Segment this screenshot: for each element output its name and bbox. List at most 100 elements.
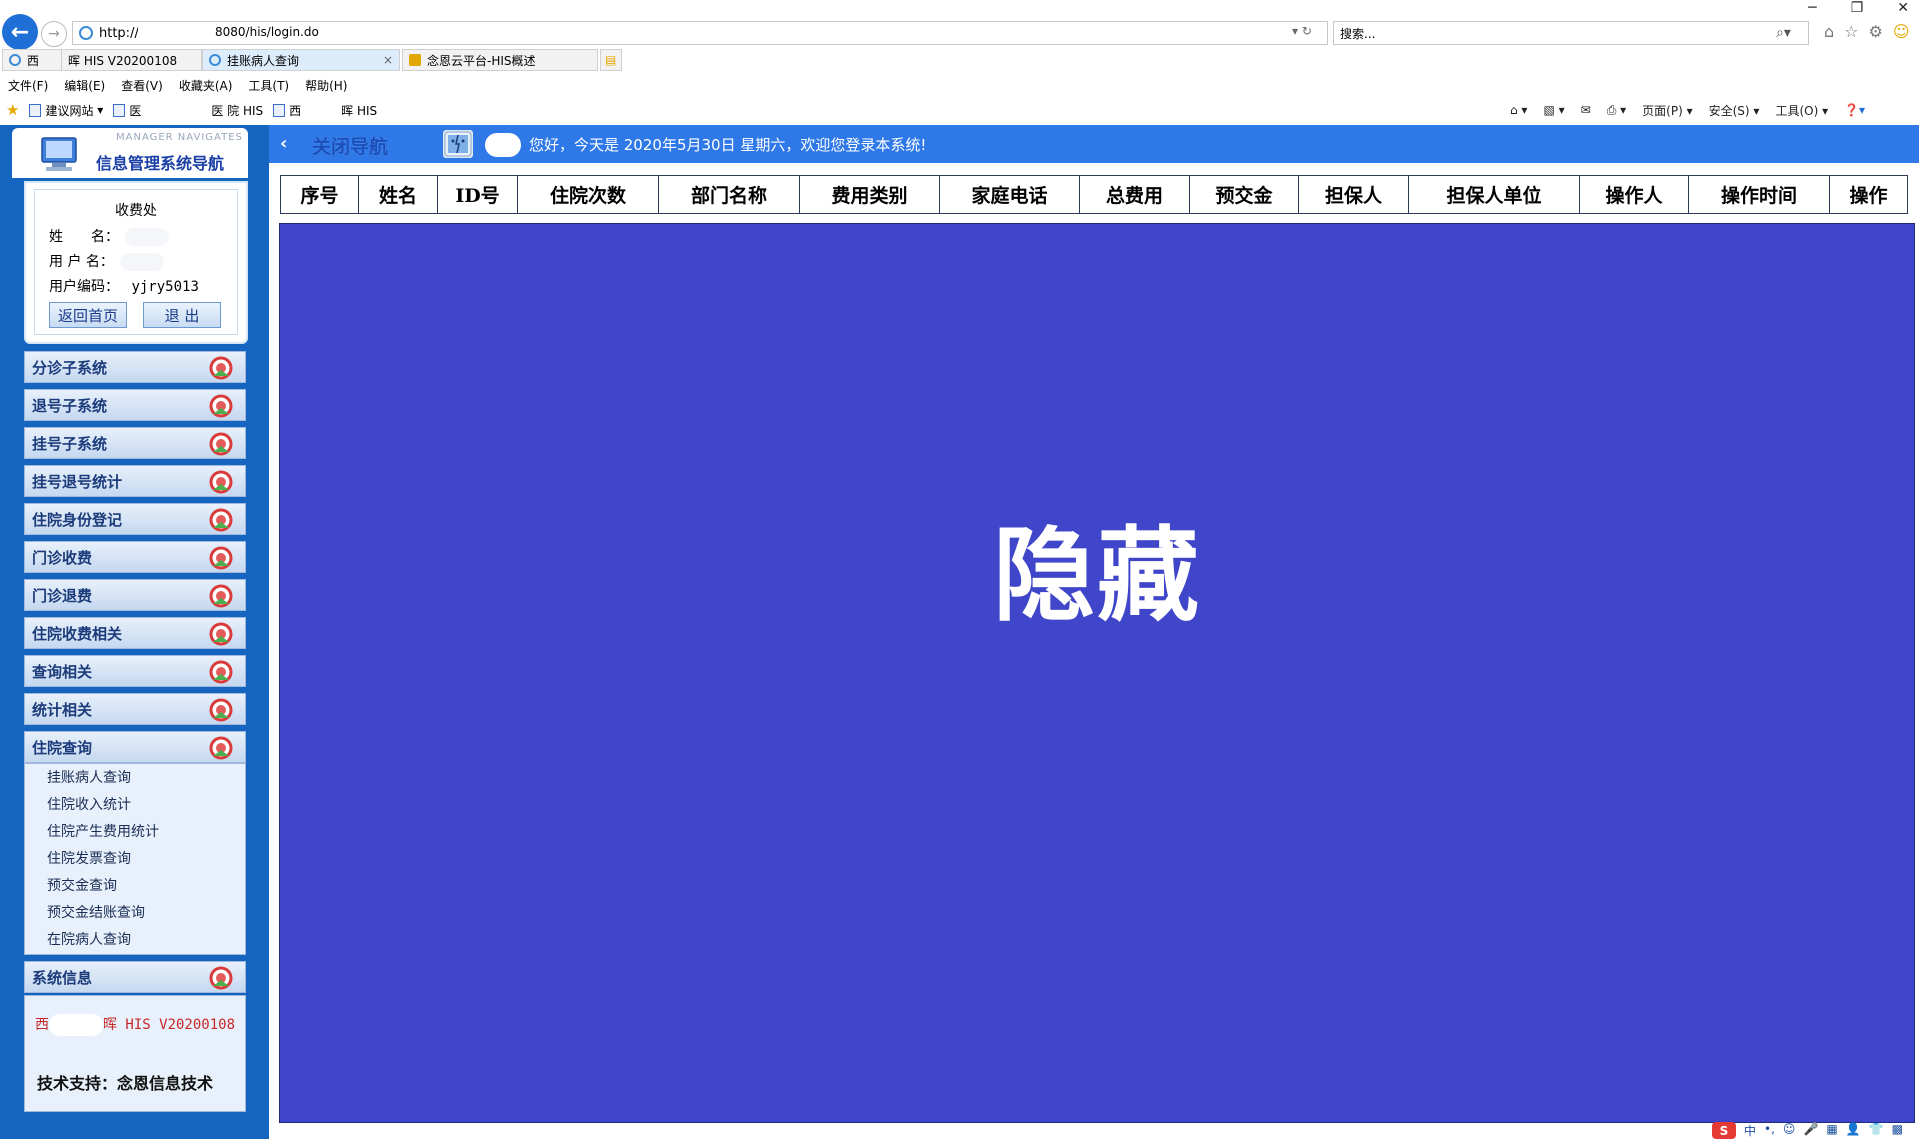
sidebar-item[interactable]: 查询相关 <box>24 655 246 687</box>
fav-item-2[interactable]: 医 <box>113 102 141 119</box>
sidebar-item-label: 住院收费相关 <box>32 624 123 643</box>
sysinfo-panel: 西 晖 HIS V20200108 技术支持：念恩信息技术 <box>24 995 246 1112</box>
tab-1[interactable]: 西 <box>2 49 62 71</box>
rss-icon[interactable]: ▧ ▾ <box>1543 103 1564 117</box>
fav-label: 西 <box>289 103 302 118</box>
sidebar-item[interactable]: 住院查询 <box>24 731 246 763</box>
close-window-button[interactable]: ✕ <box>1897 0 1909 16</box>
sidebar-item[interactable]: 门诊收费 <box>24 541 246 573</box>
logout-button[interactable]: 退 出 <box>143 302 221 328</box>
cmd-page[interactable]: 页面(P) ▾ <box>1642 102 1692 119</box>
favorites-star-icon[interactable]: ☆ <box>1844 22 1858 41</box>
home-button[interactable]: 返回首页 <box>49 302 127 328</box>
ime-voice-icon[interactable]: 🎤 <box>1803 1122 1818 1139</box>
fav-suggested[interactable]: 建议网站 ▾ <box>29 102 103 119</box>
column-header: 预交金 <box>1190 176 1299 213</box>
tab-2[interactable]: 晖 HIS V20200108 <box>62 49 202 71</box>
submenu-item[interactable]: 住院发票查询 <box>47 848 131 868</box>
help-icon[interactable]: ❓▾ <box>1844 103 1865 117</box>
ime-lang[interactable]: 中 <box>1744 1122 1756 1139</box>
fav-item-3[interactable]: 医 院 HIS <box>211 102 263 119</box>
arrow-right-icon: → <box>48 26 60 42</box>
column-header: 担保人 <box>1299 176 1409 213</box>
hidden-overlay-text: 隐藏 <box>993 517 1201 636</box>
cmd-label: 页面(P) <box>1642 103 1683 118</box>
column-header: 家庭电话 <box>940 176 1080 213</box>
refresh-icon[interactable]: ▾ ↻ <box>1292 24 1312 38</box>
sidebar-item[interactable]: 住院身份登记 <box>24 503 246 535</box>
ime-emoji-icon[interactable]: ☺ <box>1783 1122 1796 1139</box>
sidebar-item[interactable]: 门诊退费 <box>24 579 246 611</box>
ime-keyboard-icon[interactable]: ▦ <box>1826 1122 1837 1139</box>
redacted-value <box>119 253 164 271</box>
print-icon[interactable]: ⎙ ▾ <box>1607 103 1626 118</box>
menu-edit[interactable]: 编辑(E) <box>64 77 105 94</box>
ime-skin-icon[interactable]: 👕 <box>1869 1122 1884 1139</box>
menu-bar: 文件(F) 编辑(E) 查看(V) 收藏夹(A) 工具(T) 帮助(H) <box>0 75 347 95</box>
sidebar-item-label: 门诊退费 <box>32 586 93 605</box>
flower-icon <box>209 546 233 570</box>
restore-button[interactable]: ❐ <box>1851 0 1864 16</box>
cmd-tools[interactable]: 工具(O) ▾ <box>1775 102 1828 119</box>
ime-user-icon[interactable]: 👤 <box>1846 1122 1861 1139</box>
menu-help[interactable]: 帮助(H) <box>305 77 347 94</box>
menu-view[interactable]: 查看(V) <box>121 77 163 94</box>
ime-grid-icon[interactable]: ▩ <box>1892 1122 1903 1139</box>
submenu-item[interactable]: 挂账病人查询 <box>47 767 131 787</box>
content-area: 隐藏 <box>279 223 1915 1123</box>
arrow-left-icon: ← <box>10 19 30 45</box>
submenu-item[interactable]: 预交金查询 <box>47 875 117 895</box>
redacted-pill <box>485 133 521 157</box>
fav-item-4[interactable]: 西 <box>273 102 301 119</box>
flower-icon <box>209 736 233 760</box>
menu-favorites[interactable]: 收藏夹(A) <box>179 77 233 94</box>
sidebar-item-sysinfo[interactable]: 系统信息 <box>24 961 246 993</box>
sidebar-item[interactable]: 统计相关 <box>24 693 246 725</box>
ime-punct[interactable]: •, <box>1764 1122 1775 1139</box>
sidebar-item-label: 分诊子系统 <box>32 358 108 377</box>
favorites-star-icon[interactable]: ★ <box>6 101 19 119</box>
mail-icon[interactable]: ✉ <box>1581 103 1591 117</box>
cmd-label: 工具(O) <box>1775 103 1819 118</box>
submenu-item[interactable]: 住院收入统计 <box>47 794 131 814</box>
close-nav-button[interactable]: 关闭导航 <box>312 132 388 159</box>
flower-icon <box>209 698 233 722</box>
gear-icon[interactable]: ⚙ <box>1869 22 1883 41</box>
sidebar-item-label: 门诊收费 <box>32 548 93 567</box>
new-tab-button[interactable]: ▤ <box>600 49 622 71</box>
sidebar-header-title: 信息管理系统导航 <box>96 154 225 173</box>
menu-file[interactable]: 文件(F) <box>8 77 48 94</box>
tab-active[interactable]: 挂账病人查询 × <box>202 49 400 71</box>
submenu-item[interactable]: 预交金结账查询 <box>47 902 145 922</box>
fav-label: 医 院 HIS <box>211 103 264 118</box>
search-icon[interactable]: ⌕▾ <box>1776 25 1791 41</box>
sidebar-item[interactable]: 挂号子系统 <box>24 427 246 459</box>
submenu-inpatient-query: 挂账病人查询 住院收入统计 住院产生费用统计 住院发票查询 预交金查询 预交金结… <box>24 763 246 955</box>
minimize-button[interactable]: ─ <box>1808 0 1816 16</box>
close-tab-icon[interactable]: × <box>375 53 393 67</box>
fav-item-5[interactable]: 晖 HIS <box>341 102 377 119</box>
tab-4[interactable]: 念恩云平台-HIS概述 <box>402 49 598 71</box>
cmd-safety[interactable]: 安全(S) ▾ <box>1709 102 1760 119</box>
menu-tools[interactable]: 工具(T) <box>248 77 289 94</box>
submenu-item[interactable]: 住院产生费用统计 <box>47 821 159 841</box>
back-button[interactable]: ← <box>2 14 38 50</box>
system-name-suffix: 晖 HIS V20200108 <box>103 1017 236 1033</box>
home-icon[interactable]: ⌂ ▾ <box>1510 103 1527 117</box>
chevron-left-icon[interactable]: ‹ <box>280 133 287 154</box>
user-code-label: 用户编码： <box>49 279 119 295</box>
submenu-item[interactable]: 在院病人查询 <box>47 929 131 949</box>
sogou-ime-icon[interactable]: S <box>1712 1122 1736 1139</box>
forward-button[interactable]: → <box>41 21 67 47</box>
column-header: ID号 <box>438 176 518 213</box>
flower-icon <box>209 584 233 608</box>
home-icon[interactable]: ⌂ <box>1824 22 1834 41</box>
url-tail-text: 8080/his/login.do <box>215 25 319 39</box>
user-username-row: 用 户 名： <box>49 251 164 271</box>
search-input[interactable]: 搜索... <box>1333 21 1809 45</box>
sidebar-item[interactable]: 分诊子系统 <box>24 351 246 383</box>
smiley-icon[interactable]: ☺ <box>1893 22 1910 41</box>
sidebar-item[interactable]: 挂号退号统计 <box>24 465 246 497</box>
sidebar-item[interactable]: 住院收费相关 <box>24 617 246 649</box>
sidebar-item[interactable]: 退号子系统 <box>24 389 246 421</box>
